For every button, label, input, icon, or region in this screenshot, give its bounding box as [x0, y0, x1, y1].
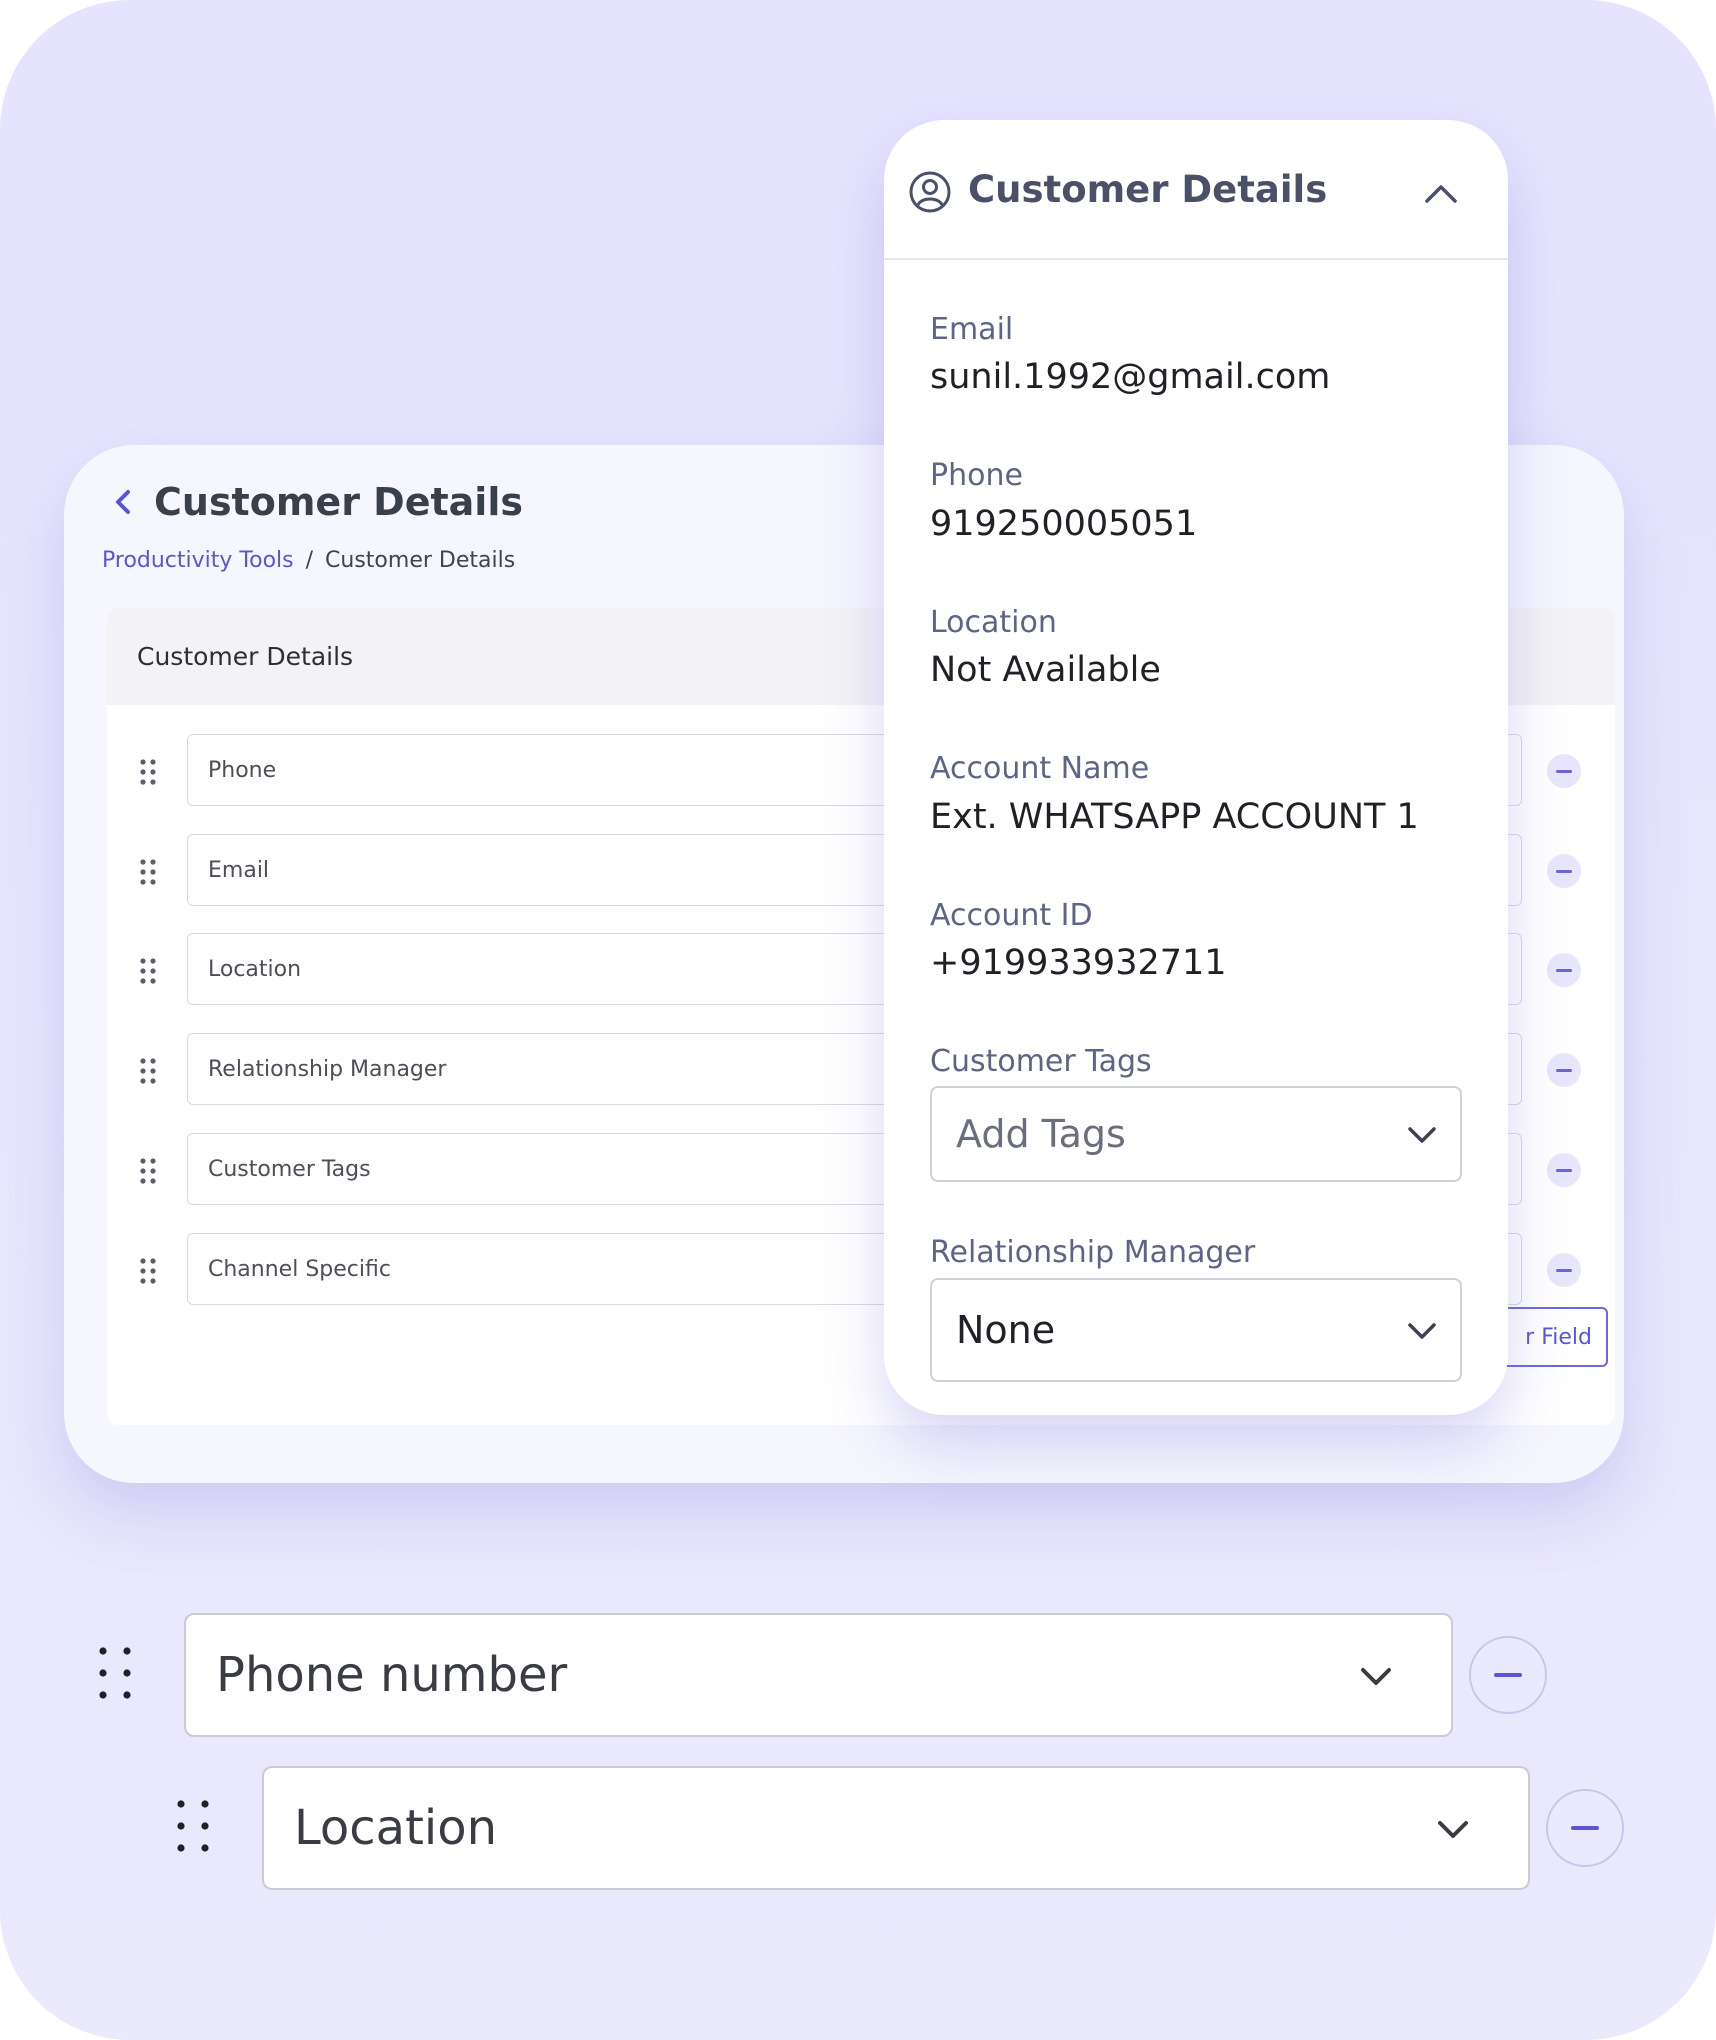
remove-field-button[interactable]	[1547, 754, 1581, 788]
phone-number-value: Phone number	[216, 1647, 568, 1703]
account-name-label: Account Name	[930, 751, 1150, 786]
minus-icon	[1556, 769, 1572, 773]
back-chevron-icon[interactable]	[104, 482, 144, 522]
account-name-value: Ext. WHATSAPP ACCOUNT 1	[930, 797, 1419, 837]
location-value: Not Available	[930, 650, 1161, 690]
breadcrumb-link[interactable]: Productivity Tools	[102, 548, 294, 573]
remove-location-button[interactable]	[1546, 1789, 1624, 1867]
user-circle-icon	[909, 171, 951, 213]
remove-phone-number-button[interactable]	[1469, 1636, 1547, 1714]
minus-icon	[1556, 1268, 1572, 1272]
relationship-manager-label: Relationship Manager	[930, 1235, 1256, 1270]
account-id-label: Account ID	[930, 898, 1093, 933]
location-select[interactable]: Location	[262, 1766, 1530, 1890]
minus-icon	[1556, 968, 1572, 972]
breadcrumb-separator: /	[305, 548, 314, 573]
customer-tags-select[interactable]: Add Tags	[930, 1086, 1462, 1182]
chevron-down-icon	[1408, 1127, 1436, 1143]
drag-handle-icon[interactable]	[176, 1799, 210, 1853]
page-title: Customer Details	[154, 480, 523, 524]
page-background: Customer Details Productivity Tools / Cu…	[0, 0, 1716, 2040]
phone-value: 919250005051	[930, 504, 1198, 544]
remove-field-button[interactable]	[1547, 1253, 1581, 1287]
customer-details-popover: Customer Details Email sunil.1992@gmail.…	[884, 120, 1508, 1415]
drag-handle-icon[interactable]	[139, 1258, 157, 1284]
relationship-manager-value: None	[956, 1308, 1056, 1352]
breadcrumb-current: Customer Details	[325, 548, 516, 573]
page-header: Customer Details	[104, 480, 523, 524]
email-label: Email	[930, 312, 1014, 347]
minus-icon	[1571, 1826, 1599, 1830]
location-row: Location	[0, 1763, 1716, 1893]
remove-field-button[interactable]	[1547, 953, 1581, 987]
popover-header[interactable]: Customer Details	[884, 120, 1508, 260]
drag-handle-icon[interactable]	[139, 759, 157, 785]
drag-handle-icon[interactable]	[139, 1058, 157, 1084]
chevron-down-icon	[1438, 1821, 1468, 1838]
drag-handle-icon[interactable]	[139, 1158, 157, 1184]
drag-handle-icon[interactable]	[98, 1646, 132, 1700]
popover-title: Customer Details	[968, 168, 1328, 211]
remove-field-button[interactable]	[1547, 1153, 1581, 1187]
email-value: sunil.1992@gmail.com	[930, 357, 1331, 397]
phone-number-select[interactable]: Phone number	[184, 1613, 1453, 1737]
minus-icon	[1556, 869, 1572, 873]
breadcrumb: Productivity Tools / Customer Details	[102, 548, 515, 573]
minus-icon	[1494, 1673, 1522, 1677]
location-label: Location	[930, 605, 1057, 640]
location-select-value: Location	[294, 1800, 498, 1856]
chevron-up-icon[interactable]	[1422, 178, 1460, 208]
customer-tags-label: Customer Tags	[930, 1044, 1152, 1079]
account-id-value: +919933932711	[930, 943, 1227, 983]
drag-handle-icon[interactable]	[139, 958, 157, 984]
phone-number-row: Phone number	[0, 1610, 1716, 1740]
remove-field-button[interactable]	[1547, 1053, 1581, 1087]
chevron-down-icon	[1361, 1668, 1391, 1685]
minus-icon	[1556, 1168, 1572, 1172]
phone-label: Phone	[930, 458, 1023, 493]
drag-handle-icon[interactable]	[139, 859, 157, 885]
remove-field-button[interactable]	[1547, 854, 1581, 888]
minus-icon	[1556, 1068, 1572, 1072]
customer-tags-placeholder: Add Tags	[956, 1112, 1126, 1156]
chevron-down-icon	[1408, 1323, 1436, 1339]
relationship-manager-select[interactable]: None	[930, 1278, 1462, 1382]
